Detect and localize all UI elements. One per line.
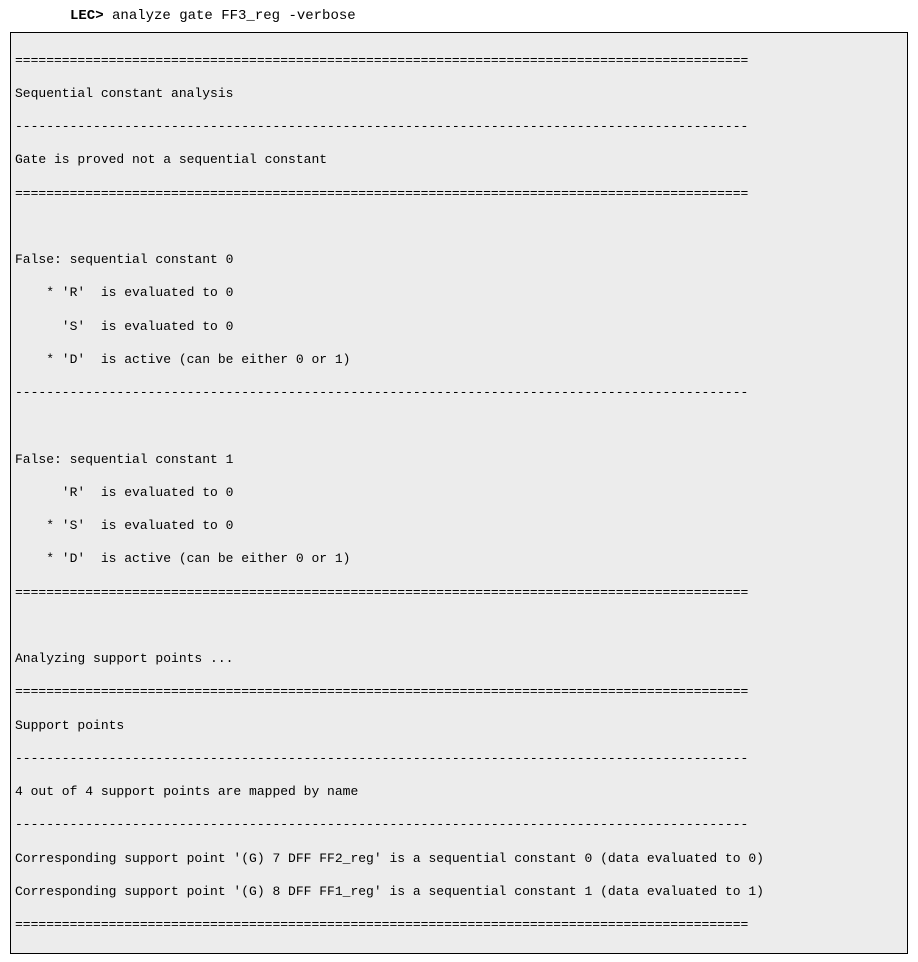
section-header: Sequential constant analysis [15,86,903,103]
separator-single: ----------------------------------------… [15,817,903,834]
result-line: Gate is proved not a sequential constant [15,152,903,169]
command-line: LEC> analyze gate FF3_reg -verbose [70,8,908,24]
false-block-0-line: 'S' is evaluated to 0 [15,319,903,336]
support-header: Support points [15,718,903,735]
false-block-1-line: * 'S' is evaluated to 0 [15,518,903,535]
separator-double: ========================================… [15,917,903,934]
separator-double: ========================================… [15,585,903,602]
separator-double: ========================================… [15,684,903,701]
blank-line [15,418,903,435]
prompt: LEC> [70,8,104,24]
separator-double: ========================================… [15,53,903,70]
separator-single: ----------------------------------------… [15,119,903,136]
separator-double: ========================================… [15,186,903,203]
separator-single: ----------------------------------------… [15,751,903,768]
false-block-0-line: * 'D' is active (can be either 0 or 1) [15,352,903,369]
false-block-1-title: False: sequential constant 1 [15,452,903,469]
terminal-output: ========================================… [10,32,908,954]
support-point-line: Corresponding support point '(G) 8 DFF F… [15,884,903,901]
blank-line [15,618,903,635]
false-block-1-line: * 'D' is active (can be either 0 or 1) [15,551,903,568]
support-point-line: Corresponding support point '(G) 7 DFF F… [15,851,903,868]
command-text: analyze gate FF3_reg -verbose [104,8,356,24]
false-block-1-line: 'R' is evaluated to 0 [15,485,903,502]
analyzing-line: Analyzing support points ... [15,651,903,668]
blank-line [15,219,903,236]
mapped-line: 4 out of 4 support points are mapped by … [15,784,903,801]
false-block-0-title: False: sequential constant 0 [15,252,903,269]
separator-single: ----------------------------------------… [15,385,903,402]
false-block-0-line: * 'R' is evaluated to 0 [15,285,903,302]
